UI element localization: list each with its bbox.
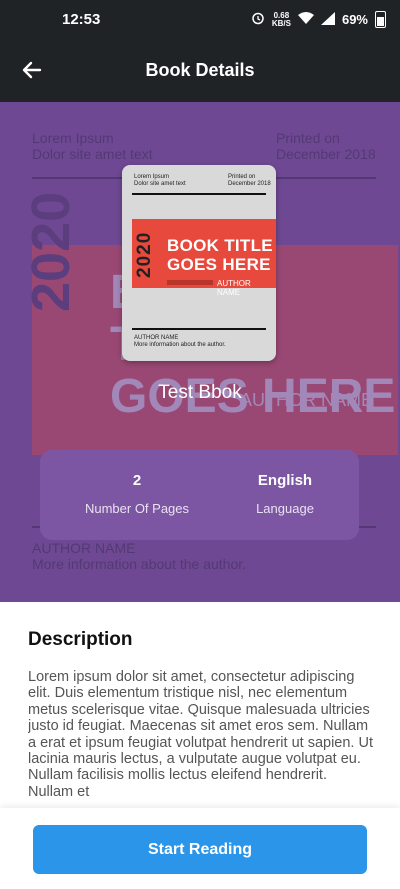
wifi-icon xyxy=(297,11,314,28)
cover-top-rule xyxy=(132,193,266,195)
description-text: Lorem ipsum dolor sit amet, consectetur … xyxy=(28,669,373,800)
bg-bottom-line2: More information about the author. xyxy=(32,556,247,572)
status-time: 12:53 xyxy=(62,11,101,28)
cover-title: BOOK TITLE GOES HERE xyxy=(167,236,273,274)
signal-icon xyxy=(320,11,335,28)
stat-language-value: English xyxy=(257,472,313,489)
bg-top-right-line1: Printed on xyxy=(276,130,340,146)
cover-top-left-line2: Dolor site amet text xyxy=(134,181,186,187)
cover-year: 2020 xyxy=(134,231,155,278)
description-heading: Description xyxy=(28,629,133,650)
bg-top-left-line1: Lorem Ipsum xyxy=(32,130,114,146)
status-icons: 0.68 KB/S 69% xyxy=(251,11,386,28)
stat-pages: 2 Number Of Pages xyxy=(62,472,212,516)
bg-top-left-line2: Dolor site amet text xyxy=(32,146,153,162)
bg-year: 2020 xyxy=(21,191,81,312)
cover-top-left-line1: Lorem Ipsum xyxy=(134,174,170,180)
status-bar: 12:53 0.68 KB/S 69% xyxy=(0,0,400,40)
stat-pages-value: 2 xyxy=(132,472,142,489)
cover-author: AUTHOR NAME xyxy=(217,279,251,297)
page-title: Book Details xyxy=(145,60,255,80)
cover-top-right-line2: December 2018 xyxy=(228,181,271,187)
stat-language: English Language xyxy=(210,472,360,516)
cover-bottom-line1: AUTHOR NAME xyxy=(134,335,179,341)
stat-pages-label: Number Of Pages xyxy=(84,501,190,516)
net-speed: 0.68 KB/S xyxy=(271,11,291,28)
book-hero: Lorem Ipsum Dolor site amet text Printed… xyxy=(0,102,400,602)
stat-language-label: Language xyxy=(256,501,314,516)
bg-bottom-line1: AUTHOR NAME xyxy=(32,540,136,556)
battery-percent: 69% xyxy=(341,12,368,27)
book-cover: Lorem Ipsum Dolor site amet text Printed… xyxy=(122,165,276,361)
cover-title-line2: GOES HERE xyxy=(167,255,271,274)
book-stats-card: 2 Number Of Pages English Language xyxy=(40,450,359,540)
cover-title-bar xyxy=(167,280,213,285)
cover-bottom-rule xyxy=(132,328,266,330)
book-title: Test Bbok xyxy=(158,382,242,403)
start-reading-button[interactable]: Start Reading xyxy=(33,825,367,874)
cover-top-right-line1: Printed on xyxy=(228,174,256,180)
bg-top-right-line2: December 2018 xyxy=(276,146,376,162)
app-bar: Book Details xyxy=(0,40,400,102)
cover-title-line1: BOOK TITLE xyxy=(167,236,273,255)
net-speed-unit: KB/S xyxy=(271,18,291,28)
cover-bottom-line2: More information about the author. xyxy=(134,342,226,348)
footer-bar: Start Reading xyxy=(0,808,400,889)
alarm-icon xyxy=(251,11,265,28)
battery-icon xyxy=(375,11,386,28)
